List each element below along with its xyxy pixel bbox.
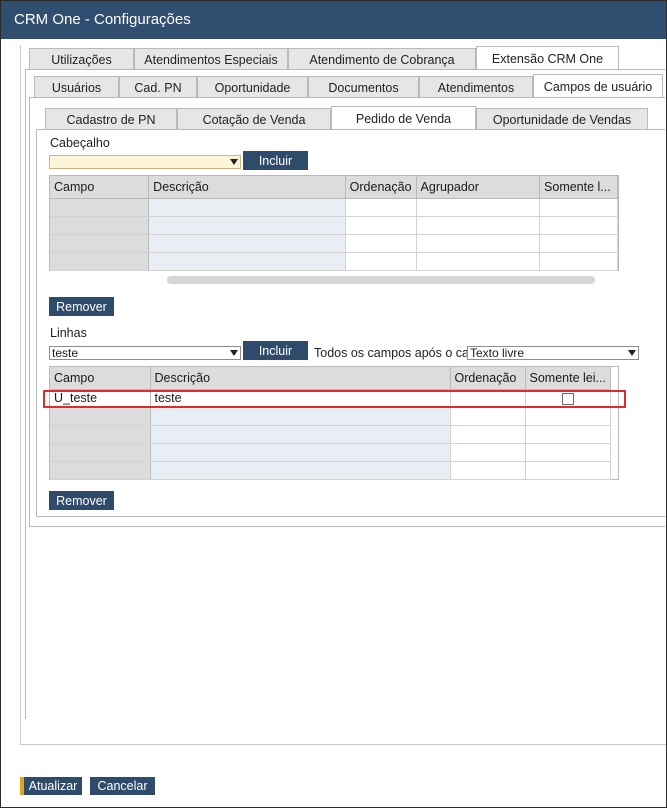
cell-agrupador[interactable] <box>416 252 541 271</box>
cell-campo[interactable] <box>50 198 150 217</box>
cell-descricao[interactable] <box>148 234 346 253</box>
table-row[interactable] <box>50 252 618 271</box>
cell-campo[interactable] <box>50 252 150 271</box>
cell-campo[interactable] <box>50 234 150 253</box>
cell-ordenacao[interactable] <box>345 216 417 235</box>
col-somente-leitura[interactable]: Somente l... <box>539 176 618 199</box>
cell-somente-leitura[interactable] <box>525 461 611 480</box>
cell-ordenacao[interactable] <box>450 461 526 480</box>
col-ordenacao[interactable]: Ordenação <box>450 367 526 390</box>
table-row[interactable] <box>50 198 618 217</box>
cell-ordenacao[interactable] <box>450 425 526 444</box>
atualizar-button[interactable]: Atualizar <box>24 777 82 795</box>
cell-campo[interactable] <box>50 425 151 444</box>
tab-oportunidade-de-vendas[interactable]: Oportunidade de Vendas <box>476 108 648 130</box>
tab-atendimentos-especiais[interactable]: Atendimentos Especiais <box>134 48 288 70</box>
tab-atendimento-cobranca[interactable]: Atendimento de Cobrança <box>288 48 476 70</box>
tab-documentos[interactable]: Documentos <box>308 76 419 98</box>
linhas-incluir-button[interactable]: Incluir <box>243 341 308 360</box>
tab-atendimentos[interactable]: Atendimentos <box>419 76 533 98</box>
linhas-remover-button[interactable]: Remover <box>49 491 114 510</box>
tab-cadastro-de-pn[interactable]: Cadastro de PN <box>45 108 177 130</box>
cell-ordenacao[interactable] <box>345 252 417 271</box>
cell-agrupador[interactable] <box>416 198 541 217</box>
tab-pedido-de-venda[interactable]: Pedido de Venda <box>331 106 476 130</box>
tab-usuarios[interactable]: Usuários <box>34 76 119 98</box>
tab-oportunidade[interactable]: Oportunidade <box>197 76 308 98</box>
cabecalho-combo[interactable] <box>49 155 241 169</box>
chevron-down-icon[interactable] <box>628 350 636 356</box>
col-somente-leitura[interactable]: Somente lei... <box>525 367 611 390</box>
cell-ordenacao[interactable] <box>450 407 526 426</box>
table-row[interactable] <box>50 425 611 444</box>
linhas-combo-value: teste <box>52 346 79 360</box>
todos-campos-combo[interactable]: Texto livre <box>467 346 639 360</box>
cell-descricao[interactable] <box>150 425 451 444</box>
cell-descricao[interactable] <box>150 461 451 480</box>
cabecalho-remover-button[interactable]: Remover <box>49 297 114 316</box>
horizontal-scrollbar[interactable] <box>167 276 595 284</box>
cell-somente-leitura[interactable] <box>539 198 618 217</box>
tab-extensao-crm-one[interactable]: Extensão CRM One <box>476 46 619 70</box>
todos-campos-combo-value: Texto livre <box>470 346 525 360</box>
configuracoes-window: CRM One - Configurações Utilizações Aten… <box>0 0 667 808</box>
tab-cotacao-de-venda[interactable]: Cotação de Venda <box>177 108 331 130</box>
cell-agrupador[interactable] <box>416 234 541 253</box>
window-title: CRM One - Configurações <box>1 1 666 39</box>
cell-descricao[interactable] <box>148 252 346 271</box>
chevron-down-icon[interactable] <box>230 350 238 356</box>
col-ordenacao[interactable]: Ordenação <box>345 176 417 199</box>
cell-somente-leitura[interactable] <box>525 407 611 426</box>
cabecalho-label: Cabeçalho <box>50 136 110 150</box>
table-row[interactable] <box>50 443 611 462</box>
table-row[interactable] <box>50 461 611 480</box>
tab-utilizacoes[interactable]: Utilizações <box>29 48 134 70</box>
cell-ordenacao[interactable] <box>450 443 526 462</box>
cabecalho-grid: Campo Descrição Ordenação Agrupador Some… <box>49 175 619 271</box>
table-row[interactable] <box>50 234 618 253</box>
cell-somente-leitura[interactable] <box>539 252 618 271</box>
cabecalho-incluir-button[interactable]: Incluir <box>243 151 308 170</box>
cell-campo[interactable] <box>50 216 150 235</box>
table-row[interactable] <box>50 216 618 235</box>
cell-descricao[interactable] <box>148 198 346 217</box>
col-descricao[interactable]: Descrição <box>150 367 451 390</box>
col-campo[interactable]: Campo <box>50 176 150 199</box>
cell-descricao[interactable] <box>148 216 346 235</box>
cell-descricao[interactable] <box>150 407 451 426</box>
highlight-annotation <box>43 390 626 408</box>
cell-campo[interactable] <box>50 461 151 480</box>
tab-campos-de-usuario[interactable]: Campos de usuário <box>533 74 663 98</box>
col-agrupador[interactable]: Agrupador <box>416 176 541 199</box>
cancelar-button[interactable]: Cancelar <box>90 777 155 795</box>
linhas-combo[interactable]: teste <box>49 346 241 360</box>
col-descricao[interactable]: Descrição <box>148 176 346 199</box>
tabs-level3: Cadastro de PN Cotação de Venda Pedido d… <box>45 106 648 130</box>
cell-descricao[interactable] <box>150 443 451 462</box>
cell-campo[interactable] <box>50 407 151 426</box>
cell-somente-leitura[interactable] <box>539 234 618 253</box>
col-campo[interactable]: Campo <box>50 367 151 390</box>
cell-somente-leitura[interactable] <box>525 443 611 462</box>
linhas-label: Linhas <box>50 326 87 340</box>
chevron-down-icon[interactable] <box>230 159 238 165</box>
cell-campo[interactable] <box>50 443 151 462</box>
todos-campos-label: Todos os campos após o ca <box>314 346 469 360</box>
cell-agrupador[interactable] <box>416 216 541 235</box>
cell-somente-leitura[interactable] <box>525 425 611 444</box>
tabs-level1: Utilizações Atendimentos Especiais Atend… <box>29 46 619 70</box>
linhas-grid: Campo Descrição Ordenação Somente lei...… <box>49 366 619 480</box>
tab-cad-pn[interactable]: Cad. PN <box>119 76 197 98</box>
cell-ordenacao[interactable] <box>345 198 417 217</box>
tabs-level2: Usuários Cad. PN Oportunidade Documentos… <box>34 74 663 98</box>
cell-somente-leitura[interactable] <box>539 216 618 235</box>
table-row[interactable] <box>50 407 611 426</box>
cell-ordenacao[interactable] <box>345 234 417 253</box>
